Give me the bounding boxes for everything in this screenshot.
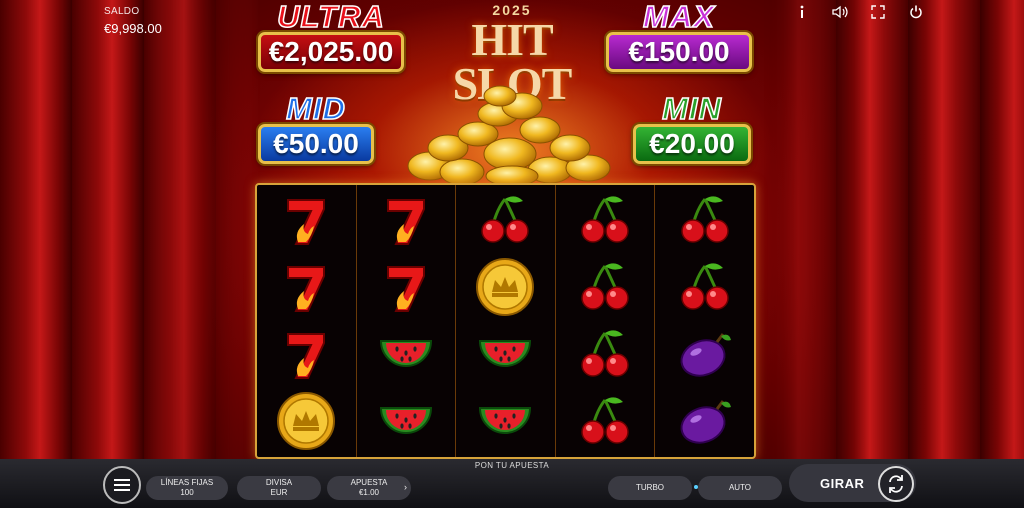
cherry-icon — [655, 187, 754, 253]
cherry-icon — [556, 187, 655, 253]
cherry-icon — [556, 321, 655, 387]
hamburger-icon — [114, 479, 130, 491]
reel-3 — [456, 185, 556, 457]
coin-icon — [257, 388, 356, 454]
jackpot-min: MIN €20.00 — [633, 91, 751, 164]
right-curtain — [764, 0, 1024, 460]
plum-icon — [655, 388, 754, 454]
coin-pile-image — [407, 85, 611, 186]
lines-label: LÍNEAS FIJAS — [160, 478, 214, 487]
auto-button[interactable]: AUTO — [694, 476, 782, 500]
info-icon[interactable] — [794, 4, 810, 20]
jackpot-min-amount: €20.00 — [633, 124, 751, 164]
jackpot-mid: MID €50.00 — [258, 91, 374, 164]
reel-4 — [556, 185, 656, 457]
top-controls — [794, 4, 924, 20]
jackpot-min-name: MIN — [661, 91, 722, 126]
game-stage: SALDO €9,998.00 ULTRA €2,025.00 MAX €150… — [0, 0, 1024, 508]
cherry-icon — [556, 254, 655, 320]
coin-icon — [456, 254, 555, 320]
jackpot-ultra-amount: €2,025.00 — [258, 32, 404, 72]
balance-value: €9,998.00 — [104, 21, 162, 36]
seven-icon — [257, 321, 356, 387]
plum-icon — [655, 321, 754, 387]
turbo-button[interactable]: TURBO — [608, 476, 692, 500]
jackpot-mid-name: MID — [285, 91, 346, 126]
currency-value: EUR — [270, 488, 288, 497]
bet-value: €1.00 — [358, 488, 380, 497]
balance-display: SALDO €9,998.00 — [104, 6, 162, 36]
reel-5 — [655, 185, 754, 457]
balance-label: SALDO — [104, 6, 140, 17]
seven-icon — [257, 187, 356, 253]
cherry-icon — [655, 254, 754, 320]
reel-2 — [357, 185, 457, 457]
bet-label: APUESTA — [350, 478, 388, 487]
spin-label: GIRAR — [820, 476, 865, 491]
fullscreen-icon[interactable] — [870, 4, 886, 20]
watermelon-icon — [456, 321, 555, 387]
jackpot-max-name: MAX — [642, 0, 715, 34]
lines-value: 100 — [180, 488, 194, 497]
jackpot-ultra: ULTRA €2,025.00 — [258, 0, 404, 72]
jackpot-ultra-name: ULTRA — [276, 0, 385, 34]
sound-icon[interactable] — [832, 4, 848, 20]
watermelon-icon — [357, 321, 456, 387]
watermelon-icon — [357, 388, 456, 454]
currency-display: DIVISA EUR — [237, 476, 321, 500]
seven-icon — [257, 254, 356, 320]
auto-indicator-icon — [694, 485, 698, 489]
spin-button[interactable]: GIRAR — [789, 464, 916, 502]
left-curtain — [0, 0, 260, 460]
spin-icon[interactable] — [878, 466, 914, 502]
reel-1 — [257, 185, 357, 457]
fixed-lines-display: LÍNEAS FIJAS 100 — [146, 476, 228, 500]
jackpot-mid-amount: €50.00 — [258, 124, 374, 164]
watermelon-icon — [456, 388, 555, 454]
seven-icon — [357, 254, 456, 320]
jackpot-max: MAX €150.00 — [606, 0, 752, 72]
seven-icon — [357, 187, 456, 253]
reel-grid — [255, 183, 756, 459]
cherry-icon — [456, 187, 555, 253]
menu-button[interactable] — [103, 466, 141, 504]
jackpot-max-amount: €150.00 — [606, 32, 752, 72]
power-icon[interactable] — [908, 4, 924, 20]
currency-label: DIVISA — [265, 478, 293, 487]
bet-selector[interactable]: APUESTA €1.00 › — [327, 476, 411, 500]
cherry-icon — [556, 388, 655, 454]
auto-label: AUTO — [728, 483, 752, 492]
chevron-right-icon[interactable]: › — [404, 482, 407, 492]
